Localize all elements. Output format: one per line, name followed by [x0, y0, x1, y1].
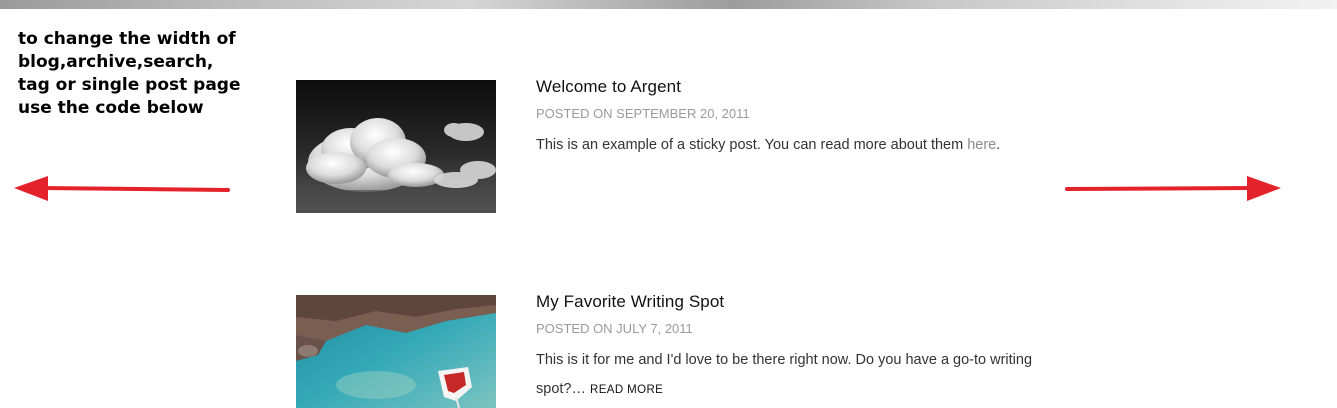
- annotation-line: blog,archive,search,: [18, 52, 214, 72]
- annotation-line: tag or single post page: [18, 75, 241, 95]
- cove-image-icon: [296, 295, 496, 408]
- excerpt-end: .: [996, 137, 1001, 153]
- post-body: My Favorite Writing Spot POSTED ON JULY …: [536, 293, 1036, 405]
- arrow-left-icon: [14, 176, 230, 201]
- read-more-link[interactable]: READ MORE: [590, 384, 663, 396]
- clouds-image-icon: [296, 80, 496, 213]
- header-image-strip: [0, 0, 1337, 9]
- post-date: POSTED ON SEPTEMBER 20, 2011: [536, 106, 750, 121]
- annotation-line: use the code below: [18, 98, 204, 118]
- post-excerpt: This is it for me and I'd love to be the…: [536, 346, 1036, 405]
- post-body: Welcome to Argent POSTED ON SEPTEMBER 20…: [536, 78, 1036, 160]
- annotation-text: to change the width of blog,archive,sear…: [18, 28, 258, 120]
- post-date: POSTED ON JULY 7, 2011: [536, 321, 693, 336]
- excerpt-text: This is an example of a sticky post. You…: [536, 137, 968, 153]
- post-thumbnail-cove[interactable]: [296, 295, 496, 408]
- annotation-line: to change the width of: [18, 29, 236, 49]
- post-excerpt: This is an example of a sticky post. You…: [536, 131, 1036, 160]
- arrow-right-icon: [1065, 176, 1281, 201]
- post-title[interactable]: Welcome to Argent: [536, 78, 1036, 95]
- post-thumbnail-clouds[interactable]: [296, 80, 496, 213]
- here-link[interactable]: here: [967, 137, 996, 153]
- post-title[interactable]: My Favorite Writing Spot: [536, 293, 1036, 310]
